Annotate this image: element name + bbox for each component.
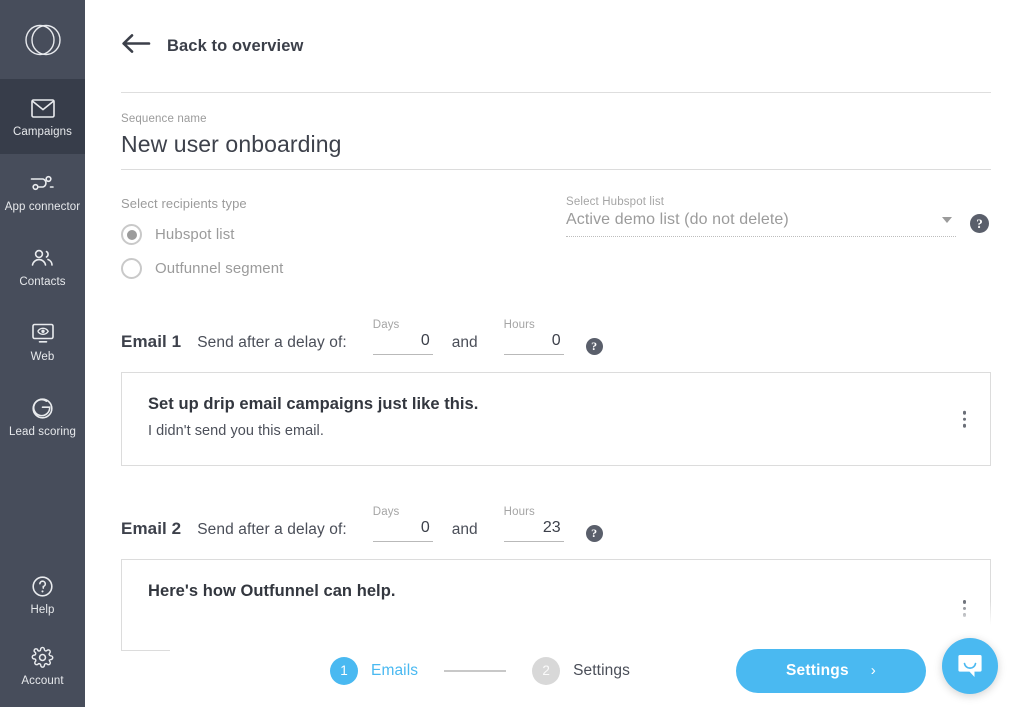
- chat-bubble-icon: [958, 655, 982, 677]
- hours-value[interactable]: 23: [504, 518, 564, 541]
- outfunnel-logo-icon: [24, 24, 61, 55]
- question-circle-icon: [31, 573, 54, 599]
- recipients-type-label: Select recipients type: [121, 196, 247, 211]
- hours-caption: Hours: [503, 319, 535, 331]
- days-value[interactable]: 0: [373, 331, 433, 354]
- sidebar-item-label: Web: [30, 351, 55, 363]
- step-connector: [444, 669, 507, 672]
- email-2-menu-icon[interactable]: [959, 596, 971, 621]
- step-indicator: 1 Emails 2 Settings: [330, 656, 630, 685]
- email-2-days-field[interactable]: Days 0: [372, 506, 433, 542]
- sidebar-item-label: Account: [21, 675, 64, 687]
- gear-icon: [31, 644, 54, 670]
- radio-option-hubspot-list[interactable]: Hubspot list: [121, 224, 566, 245]
- connector-icon: [30, 170, 55, 196]
- back-to-overview-label: Back to overview: [167, 36, 304, 55]
- monitor-eye-icon: [31, 320, 55, 346]
- hubspot-list-select[interactable]: Select Hubspot list Active demo list (do…: [566, 196, 956, 237]
- hours-caption: Hours: [503, 506, 535, 518]
- sidebar-item-label: Help: [30, 604, 55, 616]
- sequence-name-field[interactable]: Sequence name New user onboarding: [121, 93, 991, 170]
- radio-option-outfunnel-segment[interactable]: Outfunnel segment: [121, 258, 566, 279]
- radio-selected-icon: [121, 224, 142, 245]
- sidebar-item-label: Contacts: [19, 276, 66, 288]
- chevron-down-icon: [942, 217, 952, 223]
- hours-underline: [503, 541, 564, 542]
- sidebar-item-help[interactable]: Help: [0, 557, 85, 632]
- footer-bar: 1 Emails 2 Settings Settings ›: [170, 633, 1024, 707]
- sidebar-item-account[interactable]: Account: [0, 632, 85, 707]
- email-1-delay-row: Email 1 Send after a delay of: Days 0 an…: [121, 279, 991, 355]
- step-2-number: 2: [532, 656, 561, 685]
- hubspot-list-select-group: Select Hubspot list Active demo list (do…: [566, 196, 991, 279]
- app-root: Campaigns App connector Contacts Web Lea…: [0, 0, 1024, 707]
- step-1-number: 1: [330, 656, 358, 685]
- email-1-subject: Set up drip email campaigns just like th…: [148, 395, 479, 413]
- sequence-editor: Back to overview Sequence name New user …: [85, 0, 1024, 707]
- email-1-help-icon[interactable]: ?: [585, 338, 603, 355]
- chevron-right-icon: ›: [870, 662, 876, 679]
- email-1-and-label: and: [451, 334, 478, 351]
- contacts-icon: [30, 245, 55, 271]
- email-1-preview: I didn't send you this email.: [148, 423, 324, 439]
- sidebar-item-campaigns[interactable]: Campaigns: [0, 79, 85, 154]
- sequence-name-input[interactable]: New user onboarding: [121, 125, 991, 169]
- days-underline: [372, 541, 433, 542]
- email-2-title: Email 2: [121, 519, 182, 538]
- main-panel: Back to overview Sequence name New user …: [85, 0, 1024, 707]
- sidebar-item-label: Lead scoring: [8, 426, 77, 438]
- radio-label: Hubspot list: [155, 226, 235, 243]
- days-caption: Days: [372, 319, 400, 331]
- recipients-section: Select recipients type Hubspot list Outf…: [121, 170, 991, 279]
- sidebar-item-label: App connector: [4, 201, 81, 213]
- email-2-hours-field[interactable]: Hours 23: [503, 506, 564, 542]
- sequence-name-caption: Sequence name: [121, 113, 207, 125]
- sidebar-item-contacts[interactable]: Contacts: [0, 229, 85, 304]
- settings-next-button[interactable]: Settings ›: [736, 648, 926, 693]
- days-caption: Days: [372, 506, 400, 518]
- settings-next-label: Settings: [786, 661, 849, 679]
- back-to-overview-button[interactable]: Back to overview: [121, 0, 991, 92]
- days-underline: [372, 354, 433, 355]
- step-2-label: Settings: [573, 661, 630, 679]
- sidebar-item-lead-scoring[interactable]: Lead scoring: [0, 379, 85, 454]
- email-1-title: Email 1: [121, 332, 182, 351]
- hubspot-list-help-icon[interactable]: ?: [970, 214, 989, 233]
- email-2-delay-label: Send after a delay of:: [197, 521, 347, 538]
- outfunnel-logo[interactable]: [0, 0, 85, 79]
- email-2-delay-row: Email 2 Send after a delay of: Days 0 an…: [121, 466, 991, 542]
- envelope-icon: [30, 95, 55, 121]
- step-settings[interactable]: 2 Settings: [532, 656, 630, 685]
- email-2-subject: Here's how Outfunnel can help.: [148, 582, 396, 600]
- sidebar: Campaigns App connector Contacts Web Lea…: [0, 0, 85, 707]
- email-1-days-field[interactable]: Days 0: [372, 319, 433, 355]
- email-1-card[interactable]: Set up drip email campaigns just like th…: [121, 372, 991, 466]
- hubspot-list-underline: [566, 236, 956, 237]
- hubspot-list-caption: Select Hubspot list: [566, 196, 665, 208]
- sidebar-item-label: Campaigns: [12, 126, 73, 138]
- step-emails[interactable]: 1 Emails: [330, 656, 419, 685]
- email-2-and-label: and: [451, 521, 478, 538]
- radio-unselected-icon: [121, 258, 142, 279]
- hours-underline: [503, 354, 564, 355]
- sidebar-item-web[interactable]: Web: [0, 304, 85, 379]
- target-icon: [31, 395, 54, 421]
- radio-label: Outfunnel segment: [155, 260, 284, 277]
- email-1-delay-label: Send after a delay of:: [197, 334, 347, 351]
- chat-launcher-button[interactable]: [942, 638, 998, 694]
- email-2-help-icon[interactable]: ?: [585, 525, 603, 542]
- days-value[interactable]: 0: [373, 518, 433, 541]
- arrow-left-icon: [121, 33, 151, 59]
- email-1-hours-field[interactable]: Hours 0: [503, 319, 564, 355]
- hubspot-list-value: Active demo list (do not delete): [566, 211, 789, 228]
- sidebar-item-app-connector[interactable]: App connector: [0, 154, 85, 229]
- recipients-type-group: Select recipients type Hubspot list Outf…: [121, 196, 566, 279]
- step-1-label: Emails: [371, 661, 419, 679]
- hours-value[interactable]: 0: [504, 331, 564, 354]
- email-1-menu-icon[interactable]: [959, 407, 971, 432]
